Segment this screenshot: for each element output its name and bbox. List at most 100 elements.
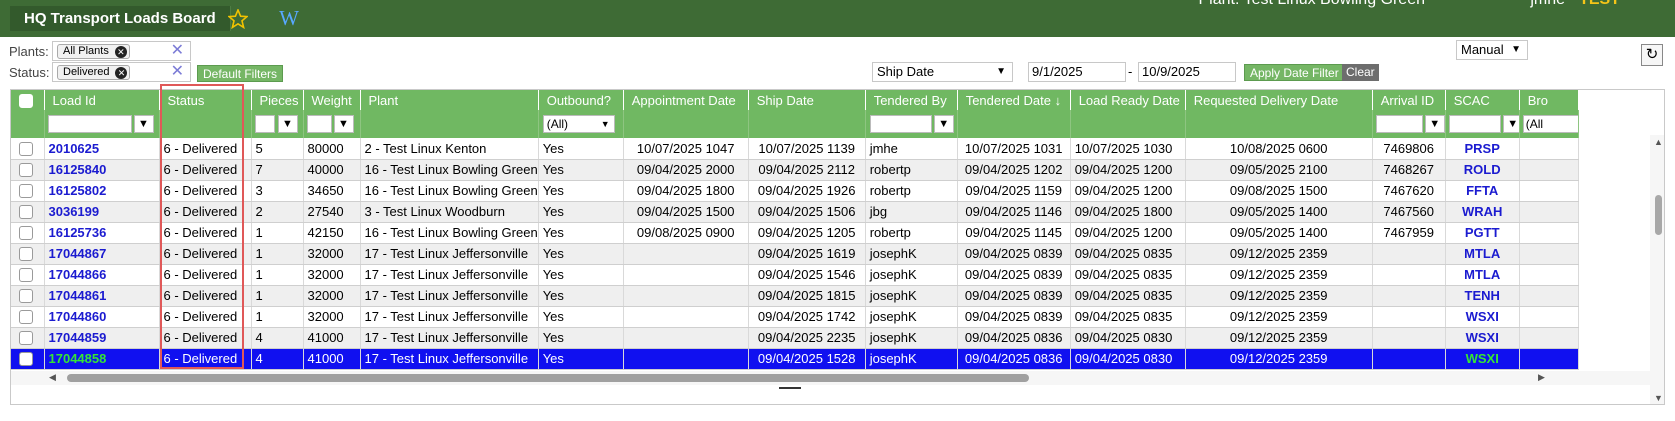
load-id-cell[interactable]: 17044866 — [44, 264, 160, 286]
scroll-down-icon[interactable]: ▼ — [1654, 393, 1663, 403]
scac-cell[interactable]: TENH — [1445, 285, 1520, 307]
panel-resize-handle[interactable] — [779, 387, 801, 389]
row-select-cell[interactable] — [11, 243, 45, 265]
table-row[interactable]: 16125840 6 - Delivered 7 40000 16 - Test Lin… — [11, 159, 1579, 181]
col-header-ship-date[interactable]: Ship Date — [748, 90, 866, 110]
row-checkbox[interactable] — [19, 226, 33, 241]
table-row[interactable]: 2010625 6 - Delivered 5 80000 2 - Test Linux… — [11, 138, 1579, 160]
clear-date-button[interactable]: Clear — [1342, 64, 1379, 81]
col-header-status[interactable]: Status — [159, 90, 252, 110]
col-header-broker[interactable]: Bro — [1519, 90, 1579, 110]
row-select-cell[interactable] — [11, 201, 45, 223]
scroll-left-icon[interactable]: ◀ — [49, 372, 56, 383]
load-id-cell[interactable]: 17044859 — [44, 327, 160, 349]
plants-filter[interactable]: All Plants ✕ ✕ — [52, 41, 191, 61]
row-checkbox[interactable] — [19, 142, 33, 157]
col-header-requested-delivery-date[interactable]: Requested Delivery Date — [1185, 90, 1373, 110]
load-id-cell[interactable]: 16125840 — [44, 159, 160, 181]
table-row[interactable]: 3036199 6 - Delivered 2 27540 3 - Test Linux… — [11, 201, 1579, 223]
row-checkbox[interactable] — [19, 331, 33, 346]
load-id-cell[interactable]: 17044867 — [44, 243, 160, 265]
vertical-scrollbar[interactable]: ▲ ▼ — [1650, 135, 1664, 404]
col-header-tendered-date[interactable]: Tendered Date ↓ — [957, 90, 1071, 110]
outbound-filter-select[interactable]: (All) ▼ — [542, 115, 615, 133]
row-checkbox[interactable] — [19, 247, 33, 262]
col-header-plant[interactable]: Plant — [360, 90, 539, 110]
scac-cell[interactable]: PRSP — [1445, 138, 1520, 160]
row-select-cell[interactable] — [11, 327, 45, 349]
row-select-cell[interactable] — [11, 138, 45, 160]
col-header-tendered-by[interactable]: Tendered By — [865, 90, 958, 110]
broker-filter-select[interactable]: (All — [1522, 115, 1578, 133]
row-checkbox[interactable] — [19, 268, 33, 283]
row-select-cell[interactable] — [11, 180, 45, 202]
pieces-filter-input[interactable] — [254, 115, 275, 133]
scroll-up-icon[interactable]: ▲ — [1654, 137, 1663, 147]
col-header-pieces[interactable]: Pieces — [251, 90, 304, 110]
row-select-cell[interactable] — [11, 222, 45, 244]
row-checkbox[interactable] — [19, 184, 33, 199]
refresh-mode-select[interactable]: Manual ▼ — [1456, 40, 1528, 60]
col-header-load-id[interactable]: Load Id — [44, 90, 160, 110]
filter-icon[interactable]: ▼ — [1502, 115, 1519, 133]
col-header-scac[interactable]: SCAC — [1445, 90, 1520, 110]
select-all-cell[interactable] — [11, 90, 45, 110]
table-row[interactable]: 17044861 6 - Delivered 1 32000 17 - Test Lin… — [11, 285, 1579, 307]
load-id-cell[interactable]: 17044858 — [44, 348, 160, 370]
row-select-cell[interactable] — [11, 348, 45, 370]
date-from-input[interactable]: 9/1/2025 — [1028, 62, 1126, 82]
row-checkbox[interactable] — [19, 205, 33, 220]
vertical-scroll-thumb[interactable] — [1655, 195, 1662, 235]
load-id-cell[interactable]: 17044860 — [44, 306, 160, 328]
row-checkbox[interactable] — [19, 352, 33, 367]
date-to-input[interactable]: 10/9/2025 — [1138, 62, 1236, 82]
row-select-cell[interactable] — [11, 306, 45, 328]
scroll-right-icon[interactable]: ▶ — [1538, 372, 1545, 383]
load-id-cell[interactable]: 3036199 — [44, 201, 160, 223]
row-select-cell[interactable] — [11, 285, 45, 307]
load-id-cell[interactable]: 17044861 — [44, 285, 160, 307]
row-select-cell[interactable] — [11, 264, 45, 286]
horizontal-scrollbar[interactable]: ◀ ▶ — [11, 371, 1664, 385]
table-row[interactable]: 17044866 6 - Delivered 1 32000 17 - Test Lin… — [11, 264, 1579, 286]
arrival-filter-input[interactable] — [1375, 115, 1423, 133]
clear-plants-icon[interactable]: ✕ — [171, 42, 184, 60]
filter-icon[interactable]: ▼ — [1424, 115, 1445, 133]
clear-status-icon[interactable]: ✕ — [171, 63, 184, 81]
refresh-icon[interactable]: ↻ — [1641, 44, 1663, 66]
scac-cell[interactable]: PGTT — [1445, 222, 1520, 244]
scac-filter-input[interactable] — [1448, 115, 1501, 133]
load-id-cell[interactable]: 16125736 — [44, 222, 160, 244]
scac-cell[interactable]: MTLA — [1445, 243, 1520, 265]
scac-cell[interactable]: WRAH — [1445, 201, 1520, 223]
load-id-filter-input[interactable] — [47, 115, 132, 133]
col-header-appointment-date[interactable]: Appointment Date — [623, 90, 749, 110]
select-all-checkbox[interactable] — [19, 93, 33, 108]
load-id-cell[interactable]: 16125802 — [44, 180, 160, 202]
row-checkbox[interactable] — [19, 289, 33, 304]
apply-date-filter-button[interactable]: Apply Date Filter — [1244, 64, 1345, 81]
remove-chip-icon[interactable]: ✕ — [114, 46, 127, 58]
row-checkbox[interactable] — [19, 310, 33, 325]
table-row[interactable]: 16125736 6 - Delivered 1 42150 16 - Test Lin… — [11, 222, 1579, 244]
star-icon[interactable] — [228, 9, 248, 29]
table-row[interactable]: 16125802 6 - Delivered 3 34650 16 - Test Lin… — [11, 180, 1579, 202]
scac-cell[interactable]: WSXI — [1445, 348, 1520, 370]
filter-icon[interactable]: ▼ — [277, 115, 298, 133]
row-checkbox[interactable] — [19, 163, 33, 178]
scac-cell[interactable]: WSXI — [1445, 306, 1520, 328]
w-icon[interactable]: W — [278, 7, 300, 29]
tendered-by-filter-input[interactable] — [869, 115, 932, 133]
scac-cell[interactable]: WSXI — [1445, 327, 1520, 349]
col-header-arrival-id[interactable]: Arrival ID — [1372, 90, 1446, 110]
filter-icon[interactable]: ▼ — [133, 115, 154, 133]
row-select-cell[interactable] — [11, 159, 45, 181]
table-row[interactable]: 17044858 6 - Delivered 4 41000 17 - Test Lin… — [11, 348, 1579, 370]
default-filters-button[interactable]: Default Filters — [197, 65, 284, 82]
table-row[interactable]: 17044859 6 - Delivered 4 41000 17 - Test Lin… — [11, 327, 1579, 349]
scac-cell[interactable]: ROLD — [1445, 159, 1520, 181]
remove-chip-icon[interactable]: ✕ — [115, 67, 128, 79]
col-header-weight[interactable]: Weight — [303, 90, 361, 110]
scac-cell[interactable]: FFTA — [1445, 180, 1520, 202]
col-header-outbound[interactable]: Outbound? — [538, 90, 624, 110]
